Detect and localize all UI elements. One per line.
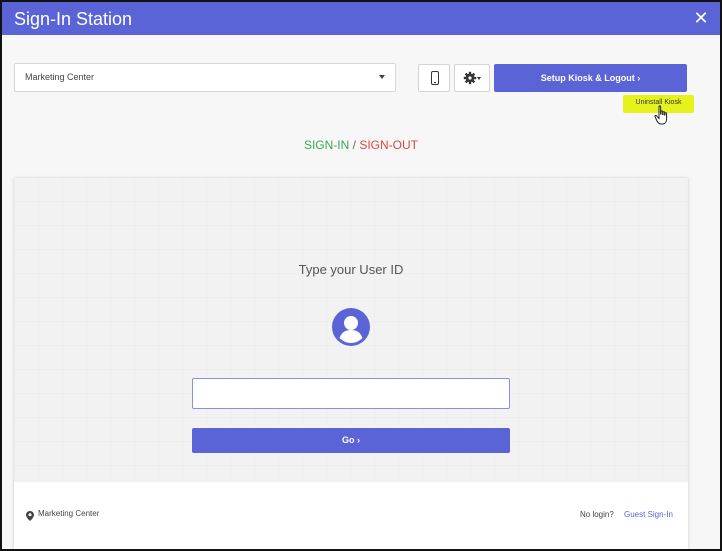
mobile-phone-icon <box>431 71 439 85</box>
chevron-right-icon: › <box>637 73 641 83</box>
sign-out-link[interactable]: SIGN-OUT <box>359 138 418 152</box>
gear-icon <box>463 71 483 90</box>
user-id-prompt: Type your User ID <box>298 262 404 277</box>
location-pin-icon <box>26 508 34 526</box>
location-select-value: Marketing Center <box>25 72 95 82</box>
user-avatar-icon <box>332 308 370 351</box>
user-id-input[interactable] <box>192 378 510 409</box>
title-bar: Sign-In Station ✕ <box>2 2 720 35</box>
location-select[interactable]: Marketing Center <box>14 63 396 92</box>
mobile-view-button[interactable] <box>418 64 450 92</box>
card-body: Type your User ID Go › <box>14 178 688 482</box>
settings-dropdown-button[interactable] <box>454 64 490 92</box>
go-button[interactable]: Go › <box>192 428 510 453</box>
setup-kiosk-logout-button[interactable]: Setup Kiosk & Logout › <box>494 64 687 92</box>
go-label: Go <box>341 435 355 445</box>
footer-location-text: Marketing Center <box>38 509 100 518</box>
card-footer: Marketing Center No login? Guest Sign-In <box>14 482 688 549</box>
sign-mode-separator: / <box>352 138 356 152</box>
window-title: Sign-In Station <box>14 9 133 29</box>
no-login-text: No login? <box>580 510 614 519</box>
close-icon[interactable]: ✕ <box>690 6 712 30</box>
chevron-right-icon: › <box>357 435 360 445</box>
setup-kiosk-logout-label: Setup Kiosk & Logout <box>540 73 635 83</box>
sign-in-link[interactable]: SIGN-IN <box>304 138 349 152</box>
guest-sign-in-link[interactable]: Guest Sign-In <box>624 510 673 519</box>
sign-in-station-window: Sign-In Station ✕ Marketing Center Setup… <box>0 0 722 551</box>
hand-pointer-cursor-icon <box>654 105 670 132</box>
sign-in-card: Type your User ID Go › Marketing Center … <box>14 178 688 549</box>
chevron-down-icon <box>379 75 385 79</box>
sign-mode-toggle: SIGN-IN / SIGN-OUT <box>2 138 720 152</box>
